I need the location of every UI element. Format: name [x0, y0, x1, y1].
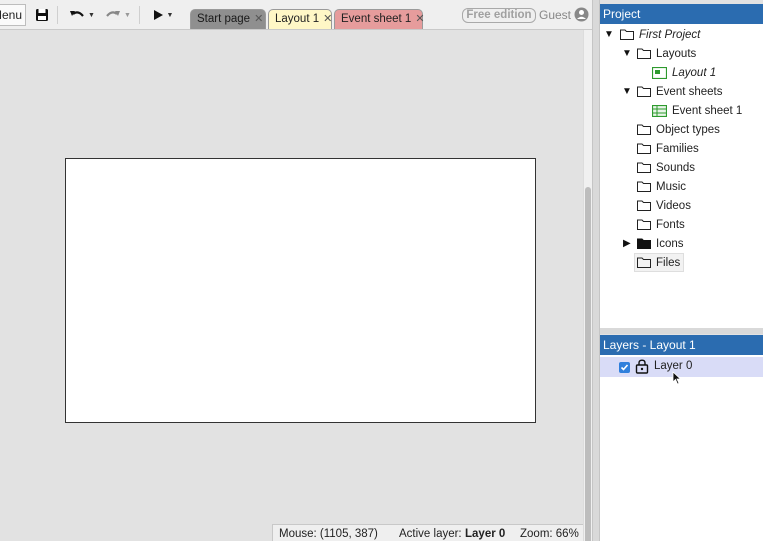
layers-panel-header: Layers - Layout 1: [600, 335, 763, 355]
tab-layout-1[interactable]: Layout 1 ✕: [268, 9, 332, 29]
tab-start-page[interactable]: Start page ✕: [190, 9, 266, 29]
tree-item-layout-1[interactable]: Layout 1: [652, 63, 716, 82]
save-icon: [36, 9, 48, 21]
panel-splitter[interactable]: [592, 0, 600, 541]
layout-area[interactable]: [65, 158, 536, 423]
folder-icon: [637, 143, 651, 154]
redo-dropdown-icon[interactable]: ▼: [124, 12, 131, 19]
scrollbar-thumb[interactable]: [585, 187, 591, 541]
main-toolbar: Menu ▼ ▼ ▼ Start page✕ Layout 1✕ Event s…: [0, 0, 592, 30]
user-name[interactable]: Guest: [539, 8, 571, 22]
tree-item-label: Event sheets: [656, 85, 723, 98]
active-layer-value: Layer 0: [465, 528, 506, 540]
folder-icon: [637, 86, 651, 97]
user-avatar-icon[interactable]: [574, 7, 589, 22]
folder-icon: [637, 200, 651, 211]
preview-dropdown-icon[interactable]: ▼: [167, 12, 174, 19]
toolbar-separator: [57, 6, 58, 24]
close-icon[interactable]: ✕: [254, 10, 263, 29]
tree-item-label: First Project: [639, 28, 701, 41]
folder-icon: [637, 124, 651, 135]
tree-item-fonts[interactable]: Fonts: [637, 215, 685, 234]
tree-item-music[interactable]: Music: [637, 177, 686, 196]
panel-splitter[interactable]: [600, 328, 763, 334]
undo-dropdown-icon[interactable]: ▼: [88, 12, 95, 19]
tree-item-files[interactable]: Files: [634, 253, 685, 272]
tree-item-event-sheet-1[interactable]: Event sheet 1: [652, 101, 742, 120]
tree-item-label: Fonts: [656, 218, 685, 231]
folder-icon: [637, 162, 651, 173]
vertical-scrollbar[interactable]: [583, 30, 592, 541]
mouse-position: Mouse: (1105, 387): [279, 528, 378, 540]
tree-item-first-project[interactable]: First Project: [620, 25, 700, 44]
toolbar-separator: [139, 6, 140, 24]
active-layer-label: Active layer:: [399, 528, 462, 540]
unlock-icon[interactable]: [635, 359, 649, 374]
layout-icon: [652, 66, 667, 79]
tree-item-videos[interactable]: Videos: [637, 196, 691, 215]
folder-filled-icon: [637, 238, 651, 249]
tree-item-families[interactable]: Families: [637, 139, 699, 158]
tab-label: Layout 1: [275, 13, 320, 25]
layer-visible-checkbox[interactable]: [619, 362, 630, 373]
expand-arrow-icon[interactable]: ▼: [604, 29, 614, 40]
tree-item-label: Event sheet 1: [672, 104, 743, 117]
undo-button[interactable]: ▼: [66, 5, 98, 25]
tab-label: Event sheet 1: [341, 13, 412, 25]
close-icon[interactable]: ✕: [415, 10, 424, 29]
tree-item-sounds[interactable]: Sounds: [637, 158, 695, 177]
undo-icon: [70, 11, 84, 17]
menu-button[interactable]: Menu: [0, 4, 26, 26]
tree-item-label: Families: [656, 142, 699, 155]
folder-icon: [637, 48, 651, 59]
tab-label: Start page: [197, 13, 251, 25]
tree-item-label: Layout 1: [672, 66, 717, 79]
redo-button[interactable]: ▼: [102, 5, 134, 25]
project-panel-header: Project: [600, 4, 763, 24]
tree-item-label: Icons: [656, 237, 684, 250]
play-icon: [153, 10, 163, 20]
tree-item-label: Videos: [656, 199, 691, 212]
zoom-level: Zoom: 66%: [520, 528, 579, 540]
tree-item-label: Files: [656, 256, 681, 269]
check-icon: [620, 364, 629, 371]
close-icon[interactable]: ✕: [323, 10, 332, 29]
folder-icon: [637, 181, 651, 192]
expand-arrow-icon[interactable]: ▼: [622, 86, 632, 97]
preview-button[interactable]: ▼: [148, 5, 178, 25]
mouse-cursor-icon: [672, 371, 682, 385]
layout-view[interactable]: [0, 30, 583, 541]
expand-arrow-icon[interactable]: ▼: [622, 48, 632, 59]
status-bar: Mouse: (1105, 387) Active layer: Layer 0…: [272, 524, 583, 541]
tab-event-sheet-1[interactable]: Event sheet 1 ✕: [334, 9, 425, 29]
tree-item-label: Music: [656, 180, 687, 193]
folder-icon: [620, 29, 634, 40]
folder-icon: [637, 219, 651, 230]
tree-item-label: Sounds: [656, 161, 696, 174]
edition-badge[interactable]: Free edition: [462, 8, 536, 23]
tree-item-object-types[interactable]: Object types: [637, 120, 720, 139]
save-button[interactable]: [33, 5, 51, 25]
tree-item-label: Layouts: [656, 47, 697, 60]
redo-icon: [106, 11, 121, 17]
collapsed-arrow-icon[interactable]: ▶: [623, 238, 631, 249]
tree-item-icons[interactable]: Icons: [637, 234, 684, 253]
tree-item-label: Object types: [656, 123, 720, 136]
tree-item-layouts[interactable]: Layouts: [637, 44, 696, 63]
event-sheet-icon: [652, 104, 667, 117]
folder-icon: [637, 257, 651, 268]
tree-item-event-sheets[interactable]: Event sheets: [637, 82, 722, 101]
